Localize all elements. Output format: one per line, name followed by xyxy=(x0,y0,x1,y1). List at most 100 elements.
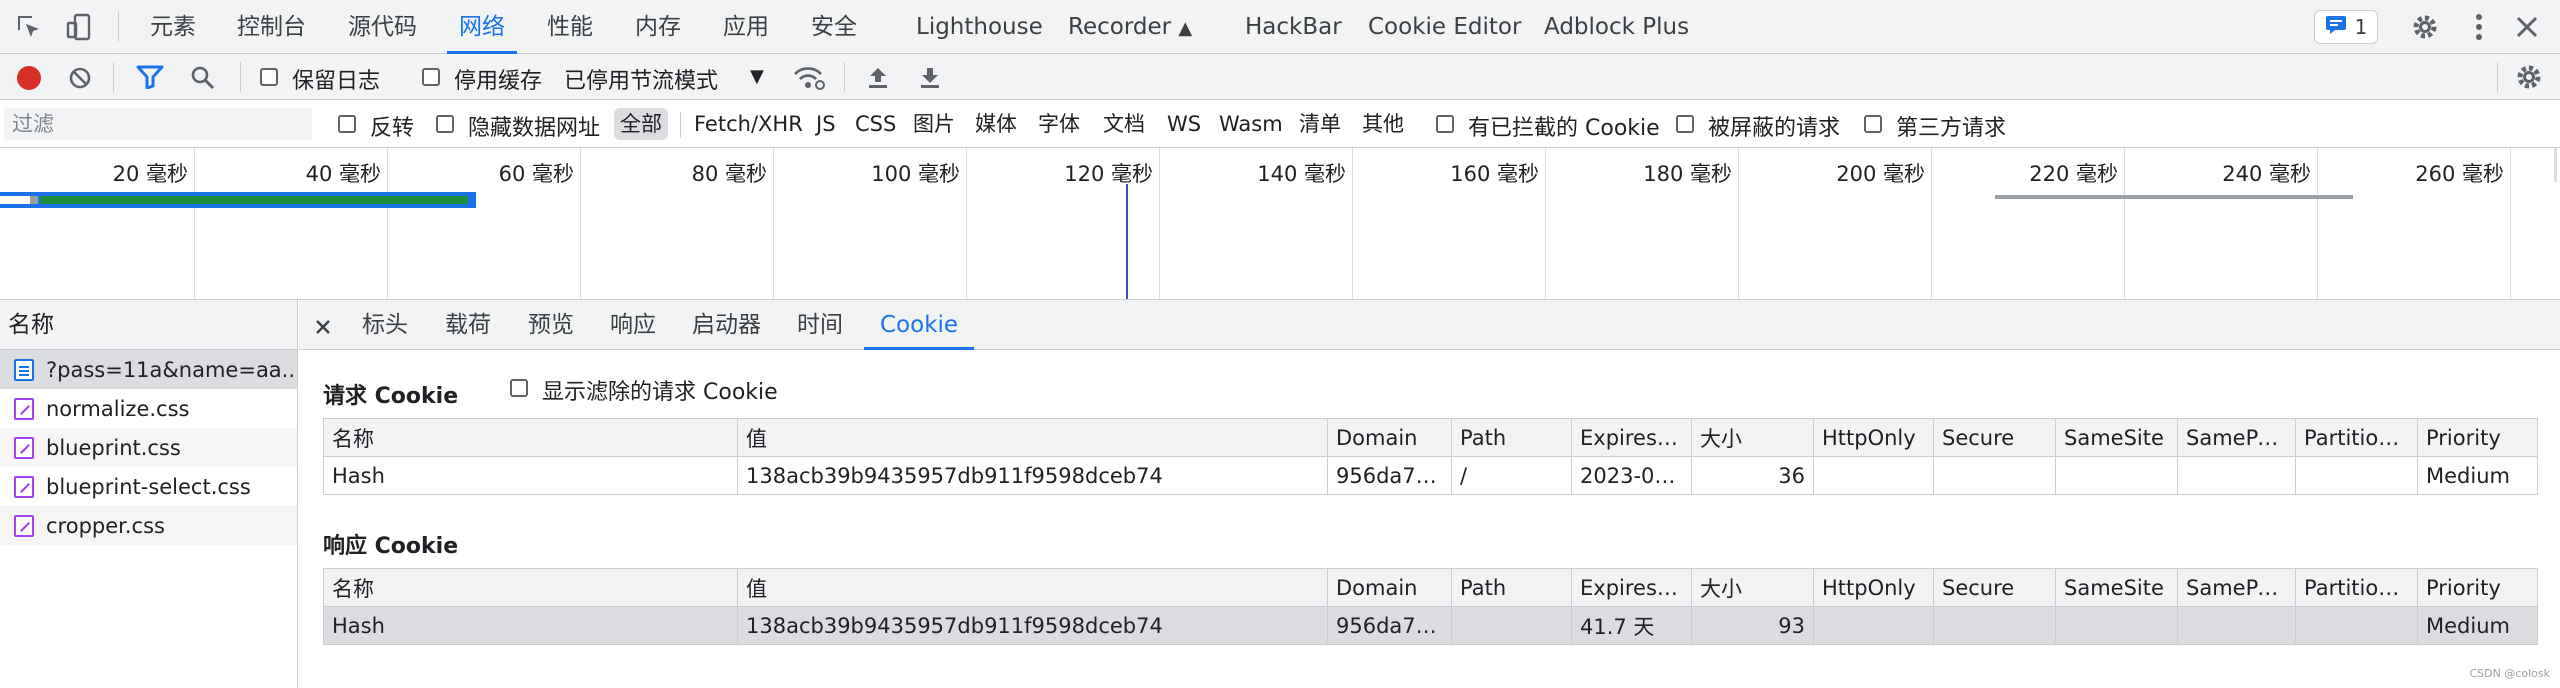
tab-performance[interactable]: 性能 xyxy=(547,0,593,54)
column-header[interactable]: Expires /... xyxy=(1571,418,1692,457)
disable-cache-checkbox[interactable] xyxy=(422,68,440,86)
list-item[interactable]: blueprint-select.css xyxy=(0,467,297,506)
table-row[interactable]: Hash 138acb39b9435957db911f9598dceb74 95… xyxy=(323,456,2538,495)
import-har-icon[interactable] xyxy=(866,65,890,95)
clear-icon[interactable] xyxy=(68,66,92,96)
tab-hackbar[interactable]: HackBar xyxy=(1245,0,1342,54)
tab-timing[interactable]: 时间 xyxy=(797,300,843,350)
close-devtools-icon[interactable] xyxy=(2510,10,2544,44)
chevron-down-icon[interactable]: ▼ xyxy=(750,66,764,87)
list-item[interactable]: blueprint.css xyxy=(0,428,297,467)
timeline-gridline xyxy=(1352,148,1353,299)
column-header[interactable]: Priority xyxy=(2417,568,2538,607)
column-header[interactable]: SameSite xyxy=(2055,418,2178,457)
settings-gear-icon[interactable] xyxy=(2408,10,2442,44)
tab-payload[interactable]: 载荷 xyxy=(445,300,491,350)
type-filter-font[interactable]: 字体 xyxy=(1038,108,1080,140)
timeline-tick-label: 180 毫秒 xyxy=(1643,162,1732,186)
inspect-element-icon[interactable] xyxy=(12,10,46,44)
type-filter-manifest[interactable]: 清单 xyxy=(1299,108,1341,140)
column-header[interactable]: Domain xyxy=(1327,418,1452,457)
column-header[interactable]: SameSite xyxy=(2055,568,2178,607)
tab-recorder[interactable]: Recorder ▲ xyxy=(1068,0,1192,54)
tab-console[interactable]: 控制台 xyxy=(237,0,306,54)
tab-headers[interactable]: 标头 xyxy=(362,300,408,350)
filter-input[interactable] xyxy=(4,108,312,140)
column-header[interactable]: Secure xyxy=(1933,568,2056,607)
type-filter-media[interactable]: 媒体 xyxy=(975,108,1017,140)
type-filter-doc[interactable]: 文档 xyxy=(1103,108,1145,140)
tab-network[interactable]: 网络 xyxy=(447,0,517,54)
tab-cookies[interactable]: Cookie xyxy=(863,300,975,350)
column-header[interactable]: Priority xyxy=(2417,418,2538,457)
show-filtered-cookies-checkbox[interactable] xyxy=(510,379,528,397)
issues-badge[interactable]: 1 xyxy=(2314,10,2378,44)
type-filter-js[interactable]: JS xyxy=(816,108,836,140)
column-header[interactable]: Path xyxy=(1451,418,1572,457)
hide-data-urls-checkbox[interactable] xyxy=(436,115,454,133)
tab-preview[interactable]: 预览 xyxy=(528,300,574,350)
invert-label: 反转 xyxy=(370,116,415,141)
throttling-select[interactable]: 已停用节流模式 xyxy=(564,63,718,95)
tab-cookie-editor[interactable]: Cookie Editor xyxy=(1368,0,1521,54)
timeline-tick-label: 160 毫秒 xyxy=(1450,162,1539,186)
tab-adblock-plus[interactable]: Adblock Plus xyxy=(1544,0,1689,54)
type-filter-img[interactable]: 图片 xyxy=(913,108,955,140)
type-filter-wasm[interactable]: Wasm xyxy=(1219,108,1283,140)
record-icon[interactable] xyxy=(17,66,41,90)
close-details-icon[interactable] xyxy=(315,316,331,341)
details-tab-bar: 标头 载荷 预览 响应 启动器 时间 Cookie xyxy=(299,300,2560,350)
export-har-icon[interactable] xyxy=(918,65,942,95)
search-icon[interactable] xyxy=(190,65,216,97)
column-header[interactable]: Expires /... xyxy=(1571,568,1692,607)
column-header[interactable]: Path xyxy=(1451,568,1572,607)
tab-sources[interactable]: 源代码 xyxy=(348,0,417,54)
tab-lighthouse[interactable]: Lighthouse xyxy=(916,0,1043,54)
column-header[interactable]: 大小 xyxy=(1691,418,1814,457)
column-header[interactable]: HttpOnly xyxy=(1813,568,1934,607)
column-header[interactable]: 值 xyxy=(737,418,1328,457)
timeline-tick-label: 140 毫秒 xyxy=(1257,162,1346,186)
column-header[interactable]: Secure xyxy=(1933,418,2056,457)
type-filter-css[interactable]: CSS xyxy=(855,108,896,140)
column-header[interactable]: Partition ... xyxy=(2295,568,2418,607)
blocked-cookies-checkbox[interactable] xyxy=(1436,115,1454,133)
tab-memory[interactable]: 内存 xyxy=(635,0,681,54)
table-row[interactable]: Hash 138acb39b9435957db911f9598dceb74 95… xyxy=(323,606,2538,645)
type-filter-all[interactable]: 全部 xyxy=(614,108,668,140)
third-party-checkbox[interactable] xyxy=(1864,115,1882,133)
column-header[interactable]: SamePar... xyxy=(2177,418,2296,457)
name-column-header[interactable]: 名称 xyxy=(0,300,297,350)
preserve-log-checkbox[interactable] xyxy=(260,68,278,86)
timeline-overview[interactable]: 20 毫秒 40 毫秒 60 毫秒 80 毫秒 100 毫秒 120 毫秒 14… xyxy=(0,148,2560,300)
tab-security[interactable]: 安全 xyxy=(811,0,857,54)
filter-icon[interactable] xyxy=(136,65,164,95)
network-conditions-icon[interactable] xyxy=(792,65,826,97)
timeline-scroll-handle[interactable] xyxy=(2554,148,2557,182)
device-toolbar-icon[interactable] xyxy=(62,10,96,44)
table-cell: / xyxy=(1451,456,1572,495)
network-settings-gear-icon[interactable] xyxy=(2514,62,2544,98)
column-header[interactable]: HttpOnly xyxy=(1813,418,1934,457)
column-header[interactable]: 值 xyxy=(737,568,1328,607)
tab-elements[interactable]: 元素 xyxy=(150,0,196,54)
column-header[interactable]: 名称 xyxy=(323,418,738,457)
list-item[interactable]: normalize.css xyxy=(0,389,297,428)
column-header[interactable]: Domain xyxy=(1327,568,1452,607)
invert-checkbox[interactable] xyxy=(338,115,356,133)
blocked-requests-checkbox[interactable] xyxy=(1676,115,1694,133)
timeline-tick-label: 40 毫秒 xyxy=(305,162,381,186)
tab-application[interactable]: 应用 xyxy=(723,0,769,54)
type-filter-ws[interactable]: WS xyxy=(1167,108,1201,140)
list-item[interactable]: ?pass=11a&name=aa... xyxy=(0,350,297,389)
more-options-icon[interactable] xyxy=(2462,10,2496,44)
column-header[interactable]: 大小 xyxy=(1691,568,1814,607)
column-header[interactable]: SamePar... xyxy=(2177,568,2296,607)
tab-response[interactable]: 响应 xyxy=(610,300,656,350)
type-filter-other[interactable]: 其他 xyxy=(1362,108,1404,140)
list-item[interactable]: cropper.css xyxy=(0,506,297,545)
column-header[interactable]: 名称 xyxy=(323,568,738,607)
column-header[interactable]: Partition ... xyxy=(2295,418,2418,457)
type-filter-fetch-xhr[interactable]: Fetch/XHR xyxy=(694,108,803,140)
tab-initiator[interactable]: 启动器 xyxy=(692,300,761,350)
